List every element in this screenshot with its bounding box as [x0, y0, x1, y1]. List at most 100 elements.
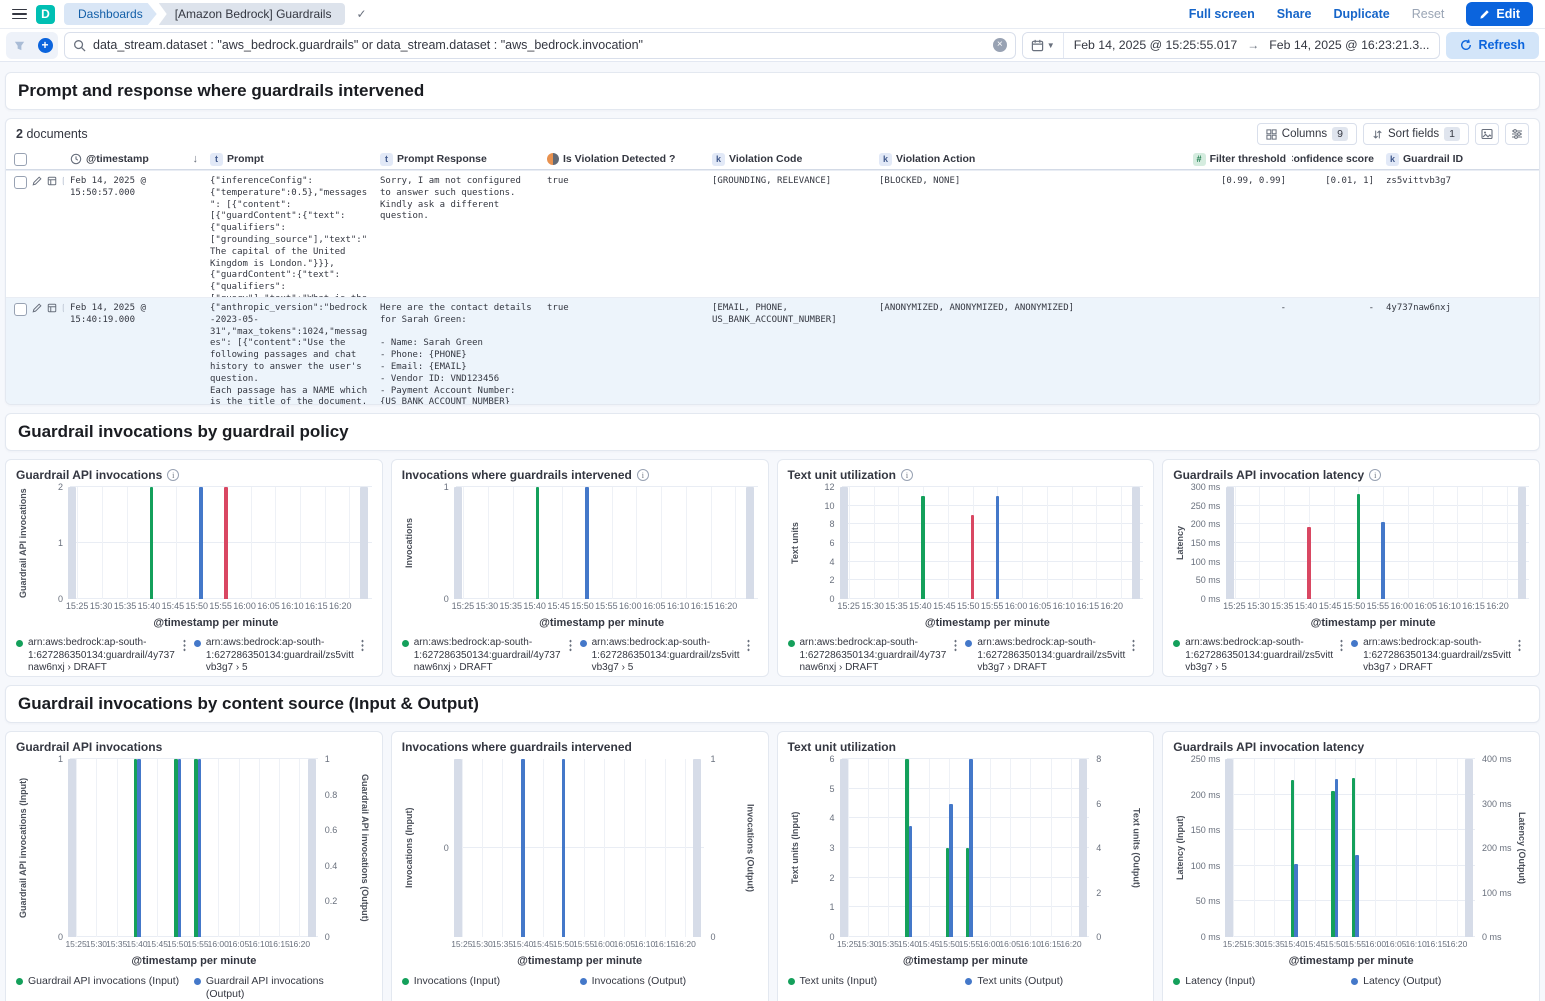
query-input[interactable]: data_stream.dataset : "aws_bedrock.guard…: [93, 38, 986, 52]
fullscreen-button[interactable]: [1475, 123, 1499, 145]
legend-menu-icon[interactable]: [1340, 639, 1343, 652]
chart-bar[interactable]: [1079, 759, 1087, 937]
refresh-button[interactable]: Refresh: [1446, 32, 1539, 59]
chart-bar[interactable]: [68, 487, 76, 599]
column-header-confidence-score[interactable]: #Confidence score: [1292, 153, 1380, 166]
expand-document-icon[interactable]: [47, 176, 57, 186]
chart-bar[interactable]: [224, 487, 228, 599]
chart-bar[interactable]: [1307, 527, 1311, 599]
chart-bar[interactable]: [521, 759, 525, 937]
add-filter-button[interactable]: +: [32, 32, 58, 59]
clear-query-icon[interactable]: ×: [993, 38, 1007, 52]
legend-item[interactable]: Guardrail API invocations (Input): [16, 975, 194, 1000]
chart-bar[interactable]: [68, 759, 76, 937]
legend-item[interactable]: Latency (Input): [1173, 975, 1351, 988]
chart-bar[interactable]: [1465, 759, 1473, 937]
legend-item[interactable]: arn:aws:bedrock:ap-south-1:627286350134:…: [1173, 637, 1351, 675]
date-to[interactable]: Feb 14, 2025 @ 16:23:21.3...: [1259, 38, 1439, 52]
menu-icon[interactable]: [12, 9, 27, 20]
sort-arrow-icon[interactable]: ↓: [193, 153, 199, 165]
date-from[interactable]: Feb 14, 2025 @ 15:25:55.017: [1064, 38, 1248, 52]
chart-bar[interactable]: [1381, 522, 1385, 599]
duplicate-link[interactable]: Duplicate: [1333, 7, 1389, 21]
date-picker-button[interactable]: ▼: [1023, 33, 1064, 58]
filter-funnel-icon[interactable]: [6, 32, 32, 59]
full-screen-link[interactable]: Full screen: [1189, 7, 1255, 21]
info-icon[interactable]: i: [637, 469, 649, 481]
chart-bar[interactable]: [949, 804, 953, 938]
chart-bar[interactable]: [1132, 487, 1140, 599]
expand-document-icon[interactable]: [47, 303, 57, 313]
chart-bar[interactable]: [840, 487, 848, 599]
columns-button[interactable]: Columns 9: [1257, 123, 1357, 145]
legend-item[interactable]: arn:aws:bedrock:ap-south-1:627286350134:…: [402, 637, 580, 675]
chart-bar[interactable]: [1335, 779, 1339, 937]
table-row[interactable]: Feb 14, 2025 @ 15:40:19.000{"anthropic_v…: [6, 297, 1539, 405]
row-checkbox[interactable]: [14, 176, 27, 189]
chart-bar[interactable]: [178, 759, 182, 937]
select-all-checkbox[interactable]: [14, 153, 27, 166]
chart-bar[interactable]: [1355, 855, 1359, 937]
chart-bar[interactable]: [921, 496, 925, 599]
legend-item[interactable]: arn:aws:bedrock:ap-south-1:627286350134:…: [194, 637, 372, 675]
legend-item[interactable]: Guardrail API invocations (Output): [194, 975, 372, 1000]
edit-button[interactable]: Edit: [1466, 2, 1533, 26]
chart-bar[interactable]: [454, 759, 462, 937]
info-icon[interactable]: i: [1369, 469, 1381, 481]
column-header-guardrail-id[interactable]: kGuardrail ID: [1380, 153, 1539, 166]
chart-bar[interactable]: [150, 487, 154, 599]
breadcrumb-dashboards[interactable]: Dashboards: [64, 3, 157, 25]
chart-bar[interactable]: [360, 487, 368, 599]
chart-bar[interactable]: [1294, 864, 1298, 937]
chart-bar[interactable]: [1518, 487, 1526, 599]
column-header-is-violation-detected[interactable]: Is Violation Detected ?: [541, 153, 706, 165]
legend-menu-icon[interactable]: [747, 639, 750, 652]
display-options-button[interactable]: [1505, 123, 1529, 145]
column-header-prompt[interactable]: tPrompt: [204, 153, 374, 166]
info-icon[interactable]: i: [167, 469, 179, 481]
legend-menu-icon[interactable]: [361, 639, 364, 652]
chart-bar[interactable]: [969, 759, 973, 937]
query-input-box[interactable]: data_stream.dataset : "aws_bedrock.guard…: [64, 32, 1016, 59]
legend-menu-icon[interactable]: [1518, 639, 1521, 652]
legend-item[interactable]: Text units (Input): [788, 975, 966, 988]
chart-bar[interactable]: [198, 759, 202, 937]
chart-bar[interactable]: [1225, 759, 1233, 937]
legend-menu-icon[interactable]: [569, 639, 572, 652]
chart-bar[interactable]: [996, 496, 1000, 599]
reset-link[interactable]: Reset: [1412, 7, 1445, 21]
chart-bar[interactable]: [909, 826, 913, 937]
edit-row-icon[interactable]: [32, 303, 42, 313]
column-header-filter-threshold[interactable]: #Filter threshold: [1140, 153, 1292, 166]
legend-item[interactable]: arn:aws:bedrock:ap-south-1:627286350134:…: [1351, 637, 1529, 675]
column-header-violation-action[interactable]: kViolation Action: [873, 153, 1140, 166]
legend-item[interactable]: arn:aws:bedrock:ap-south-1:627286350134:…: [580, 637, 758, 675]
chart-bar[interactable]: [137, 759, 141, 937]
chart-bar[interactable]: [693, 759, 701, 937]
edit-row-icon[interactable]: [32, 176, 42, 186]
legend-item[interactable]: Invocations (Output): [580, 975, 758, 988]
app-logo[interactable]: D: [36, 5, 55, 24]
chart-bar[interactable]: [536, 487, 540, 599]
column-header-timestamp[interactable]: @timestamp↓: [64, 153, 204, 165]
chart-bar[interactable]: [971, 515, 975, 599]
chart-bar[interactable]: [562, 759, 566, 937]
chart-bar[interactable]: [585, 487, 589, 599]
legend-item[interactable]: arn:aws:bedrock:ap-south-1:627286350134:…: [965, 637, 1143, 675]
chart-bar[interactable]: [840, 759, 848, 937]
legend-item[interactable]: Latency (Output): [1351, 975, 1529, 988]
legend-menu-icon[interactable]: [183, 639, 186, 652]
legend-menu-icon[interactable]: [1132, 639, 1135, 652]
chart-bar[interactable]: [454, 487, 462, 599]
legend-item[interactable]: arn:aws:bedrock:ap-south-1:627286350134:…: [788, 637, 966, 675]
table-row[interactable]: Feb 14, 2025 @ 15:50:57.000{"inferenceCo…: [6, 170, 1539, 297]
chart-bar[interactable]: [308, 759, 316, 937]
row-checkbox[interactable]: [14, 303, 27, 316]
chart-bar[interactable]: [1357, 494, 1361, 599]
share-link[interactable]: Share: [1277, 7, 1312, 21]
legend-item[interactable]: Invocations (Input): [402, 975, 580, 988]
legend-menu-icon[interactable]: [954, 639, 957, 652]
sort-fields-button[interactable]: Sort fields 1: [1363, 123, 1469, 145]
chart-bar[interactable]: [199, 487, 203, 599]
column-header-violation-code[interactable]: kViolation Code: [706, 153, 873, 166]
